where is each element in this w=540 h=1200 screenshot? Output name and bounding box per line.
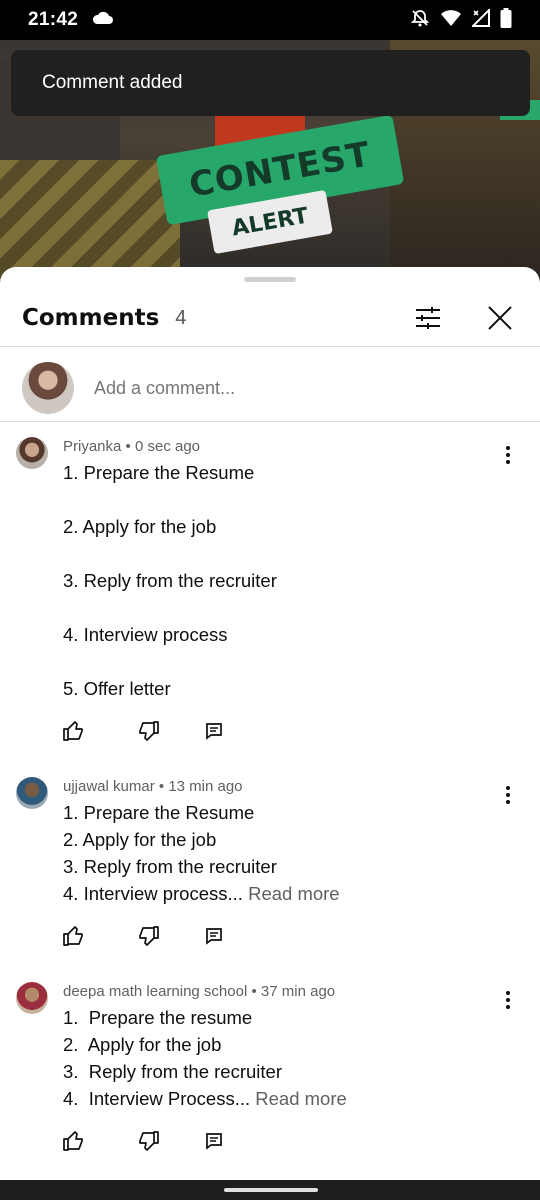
- wifi-icon: [440, 9, 462, 32]
- sheet-title: Comments: [22, 305, 160, 331]
- more-options-icon[interactable]: [498, 988, 518, 1012]
- comment-line: 4. Interview process... Read more: [63, 880, 340, 907]
- comment-meta: ujjawal kumar • 13 min ago: [63, 778, 243, 795]
- comment-line-text: 4. Interview process...: [63, 883, 243, 904]
- toast-notification: Comment added: [11, 50, 530, 116]
- battery-icon: [500, 7, 512, 33]
- more-options-icon[interactable]: [498, 783, 518, 807]
- read-more-link[interactable]: Read more: [255, 1088, 347, 1109]
- comment-line: 2. Apply for the job: [63, 516, 217, 537]
- comment-line: 1. Prepare the Resume: [63, 802, 255, 823]
- sheet-header: Comments 4: [0, 289, 540, 347]
- alert-banner-text: ALERT: [229, 203, 311, 242]
- comment-author[interactable]: deepa math learning school: [63, 983, 247, 1000]
- like-icon[interactable]: [63, 1130, 85, 1152]
- comment-meta: deepa math learning school • 37 min ago: [63, 983, 335, 1000]
- dislike-icon[interactable]: [137, 720, 159, 742]
- like-icon[interactable]: [63, 720, 85, 742]
- comment-meta: Priyanka • 0 sec ago: [63, 438, 200, 455]
- reply-icon[interactable]: [203, 925, 225, 947]
- comment-line: 2. Apply for the job: [63, 829, 217, 850]
- comment-line: [63, 540, 277, 567]
- dislike-icon[interactable]: [137, 925, 159, 947]
- comment-item: ujjawal kumar • 13 min ago 1. Prepare th…: [0, 775, 540, 955]
- video-decor: [0, 160, 180, 280]
- meta-separator: •: [251, 983, 257, 1000]
- comment-line: [63, 486, 277, 513]
- add-comment-row[interactable]: [0, 355, 540, 421]
- comment-count: 4: [175, 306, 187, 329]
- avatar: [22, 362, 74, 414]
- reply-icon[interactable]: [203, 1130, 225, 1152]
- more-options-icon[interactable]: [498, 443, 518, 467]
- dislike-icon[interactable]: [137, 1130, 159, 1152]
- comment-line: 1. Prepare the Resume: [63, 462, 255, 483]
- comment-line: [63, 594, 277, 621]
- contest-banner-text: CONTEST: [186, 134, 374, 206]
- comment-line: 4. Interview Process... Read more: [63, 1085, 347, 1112]
- reply-icon[interactable]: [203, 720, 225, 742]
- read-more-link[interactable]: Read more: [248, 883, 340, 904]
- comments-sheet: Comments 4 Priyanka •: [0, 267, 540, 1180]
- like-icon[interactable]: [63, 925, 85, 947]
- signal-icon: [470, 7, 490, 32]
- comment-item: Priyanka • 0 sec ago 1. Prepare the Resu…: [0, 435, 540, 755]
- add-comment-input[interactable]: [94, 377, 494, 399]
- comment-item: deepa math learning school • 37 min ago …: [0, 980, 540, 1160]
- home-gesture-pill[interactable]: [224, 1188, 318, 1192]
- comment-actions: [63, 1130, 225, 1152]
- comment-text: 1. Prepare the Resume 2. Apply for the j…: [63, 459, 277, 702]
- comment-time: 37 min ago: [260, 983, 336, 1000]
- meta-separator: •: [158, 778, 165, 795]
- drag-handle[interactable]: [244, 277, 296, 282]
- comment-actions: [63, 720, 225, 742]
- comment-time: 13 min ago: [168, 778, 243, 795]
- comment-text: 1. Prepare the resume 2. Apply for the j…: [63, 1004, 347, 1112]
- comment-line: 3. Reply from the recruiter: [63, 1061, 282, 1082]
- comment-author[interactable]: Priyanka: [63, 438, 121, 455]
- comment-line: 2. Apply for the job: [63, 1034, 222, 1055]
- comment-actions: [63, 925, 225, 947]
- filter-icon[interactable]: [410, 300, 446, 336]
- status-time: 21:42: [28, 9, 79, 30]
- meta-separator: •: [125, 438, 131, 455]
- comment-line: 4. Interview process: [63, 624, 228, 645]
- avatar[interactable]: [16, 982, 48, 1014]
- comment-author[interactable]: ujjawal kumar: [63, 778, 155, 795]
- divider: [0, 421, 540, 422]
- divider: [0, 346, 540, 347]
- comment-time: 0 sec ago: [134, 438, 201, 455]
- comment-line-text: 4. Interview Process...: [63, 1088, 251, 1109]
- toast-text: Comment added: [42, 72, 183, 93]
- comment-line: 5. Offer letter: [63, 678, 171, 699]
- system-nav-bar: [0, 1180, 540, 1200]
- status-bar: 21:42: [0, 0, 540, 40]
- cloud-icon: [92, 11, 114, 30]
- comment-line: [63, 648, 277, 675]
- avatar[interactable]: [16, 777, 48, 809]
- muted-bell-icon: [410, 8, 430, 33]
- comment-line: 3. Reply from the recruiter: [63, 570, 277, 591]
- comment-line: 1. Prepare the resume: [63, 1007, 253, 1028]
- close-icon[interactable]: [482, 300, 518, 336]
- comment-text: 1. Prepare the Resume 2. Apply for the j…: [63, 799, 340, 907]
- comment-line: 3. Reply from the recruiter: [63, 856, 277, 877]
- avatar[interactable]: [16, 437, 48, 469]
